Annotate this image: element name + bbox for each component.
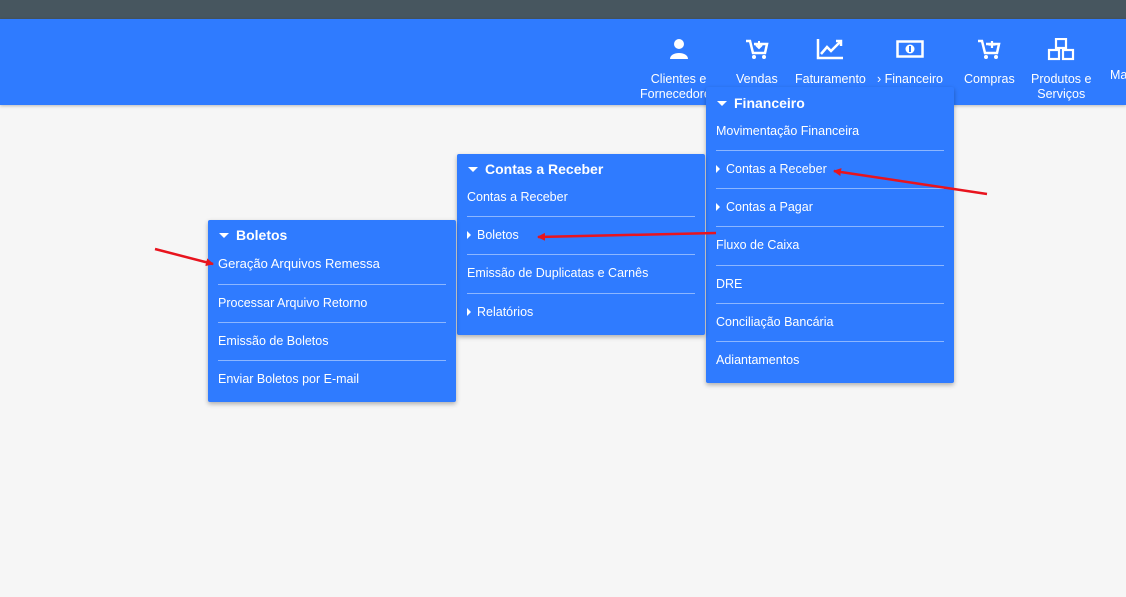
- menu-divider: [716, 150, 944, 151]
- menu-divider: [716, 303, 944, 304]
- menu-item-label: Boletos: [477, 228, 519, 242]
- chart-line-icon: [795, 38, 866, 62]
- caret-right-icon: [467, 308, 471, 316]
- caret-right-icon: [716, 203, 720, 211]
- menu-divider: [716, 341, 944, 342]
- menu-item-relatorios[interactable]: Relatórios: [467, 305, 533, 319]
- financeiro-dropdown: Financeiro Movimentação Financeira Conta…: [706, 87, 954, 383]
- financeiro-menu-title: Financeiro: [734, 95, 805, 111]
- caret-down-icon: [468, 166, 478, 172]
- user-icon: [640, 38, 717, 62]
- nav-label: Faturamento: [795, 72, 866, 86]
- contas-receber-submenu: Contas a Receber Contas a Receber Boleto…: [457, 154, 705, 335]
- menu-item-processar-arquivo-retorno[interactable]: Processar Arquivo Retorno: [218, 296, 367, 310]
- menu-item-conciliacao-bancaria[interactable]: Conciliação Bancária: [716, 315, 833, 329]
- caret-down-icon: [717, 100, 727, 106]
- menu-item-adiantamentos[interactable]: Adiantamentos: [716, 353, 799, 367]
- nav-produtos-servicos[interactable]: Produtos e Serviços: [1031, 38, 1091, 102]
- boletos-submenu: Boletos Geração Arquivos Remessa Process…: [208, 220, 456, 402]
- cart-plus-icon: [964, 38, 1015, 62]
- money-bill-icon: [877, 38, 943, 62]
- menu-item-label: Conciliação Bancária: [716, 315, 834, 329]
- menu-item-label: Enviar Boletos por E-mail: [218, 372, 360, 386]
- menu-item-label: Contas a Pagar: [726, 200, 813, 214]
- menu-item-geracao-arquivos-remessa[interactable]: Geração Arquivos Remessa: [218, 256, 380, 271]
- menu-item-dre[interactable]: DRE: [716, 277, 742, 291]
- nav-label: Compras: [964, 72, 1015, 86]
- menu-item-contas-a-pagar[interactable]: Contas a Pagar: [716, 200, 813, 214]
- contas-receber-menu-header[interactable]: Contas a Receber: [468, 161, 603, 177]
- menu-divider: [218, 322, 446, 323]
- nav-faturamento[interactable]: Faturamento: [795, 38, 866, 87]
- nav-compras[interactable]: Compras: [964, 38, 1015, 87]
- nav-label: Ma: [1110, 68, 1126, 82]
- menu-divider: [716, 265, 944, 266]
- nav-label: › Financeiro: [877, 72, 943, 86]
- menu-item-contas-a-receber[interactable]: Contas a Receber: [716, 162, 827, 176]
- menu-divider: [218, 284, 446, 285]
- caret-down-icon: [219, 232, 229, 238]
- menu-item-label: Fluxo de Caixa: [716, 238, 800, 252]
- nav-cutoff-item[interactable]: Ma: [1110, 68, 1126, 83]
- menu-divider: [716, 226, 944, 227]
- menu-item-label: Emissão de Boletos: [218, 334, 329, 348]
- menu-item-enviar-boletos-email[interactable]: Enviar Boletos por E-mail: [218, 372, 359, 386]
- financeiro-menu-header[interactable]: Financeiro: [717, 95, 805, 111]
- boletos-menu-title: Boletos: [236, 227, 288, 243]
- window-top-strip: [0, 0, 1126, 19]
- nav-vendas[interactable]: Vendas: [736, 38, 778, 87]
- menu-item-label: Emissão de Duplicatas e Carnês: [467, 266, 649, 280]
- menu-item-movimentacao-financeira[interactable]: Movimentação Financeira: [716, 124, 859, 138]
- menu-item-label: Contas a Receber: [467, 190, 568, 204]
- annotation-arrow-geracao-remessa: [154, 247, 214, 267]
- menu-item-emissao-duplicatas-carnes[interactable]: Emissão de Duplicatas e Carnês: [467, 266, 648, 280]
- menu-divider: [467, 293, 695, 294]
- menu-divider: [467, 216, 695, 217]
- menu-item-label: Adiantamentos: [716, 353, 800, 367]
- contas-receber-menu-title: Contas a Receber: [485, 161, 604, 177]
- menu-divider: [467, 254, 695, 255]
- menu-item-label: Relatórios: [477, 305, 534, 319]
- menu-item-label: Geração Arquivos Remessa: [218, 256, 380, 271]
- cubes-icon: [1031, 38, 1091, 62]
- menu-item-contas-a-receber-sub[interactable]: Contas a Receber: [467, 190, 568, 204]
- caret-right-icon: [716, 165, 720, 173]
- cart-download-icon: [736, 38, 778, 62]
- menu-divider: [716, 188, 944, 189]
- boletos-menu-header[interactable]: Boletos: [219, 227, 287, 243]
- caret-right-icon: [467, 231, 471, 239]
- menu-item-boletos[interactable]: Boletos: [467, 228, 519, 242]
- menu-item-fluxo-de-caixa[interactable]: Fluxo de Caixa: [716, 238, 799, 252]
- nav-label-line1: Produtos e: [1031, 72, 1092, 86]
- menu-item-label: DRE: [716, 277, 743, 291]
- nav-label: Vendas: [736, 72, 778, 86]
- menu-item-emissao-de-boletos[interactable]: Emissão de Boletos: [218, 334, 328, 348]
- nav-label-line2: Serviços: [1037, 87, 1086, 101]
- menu-item-label: Processar Arquivo Retorno: [218, 296, 368, 310]
- menu-item-label: Movimentação Financeira: [716, 124, 860, 138]
- menu-item-label: Contas a Receber: [726, 162, 827, 176]
- menu-divider: [218, 360, 446, 361]
- nav-label-line1: Clientes e: [650, 72, 707, 86]
- top-navbar: Clientes e Fornecedores Vendas Faturamen…: [0, 19, 1126, 105]
- nav-financeiro[interactable]: › Financeiro: [877, 38, 943, 87]
